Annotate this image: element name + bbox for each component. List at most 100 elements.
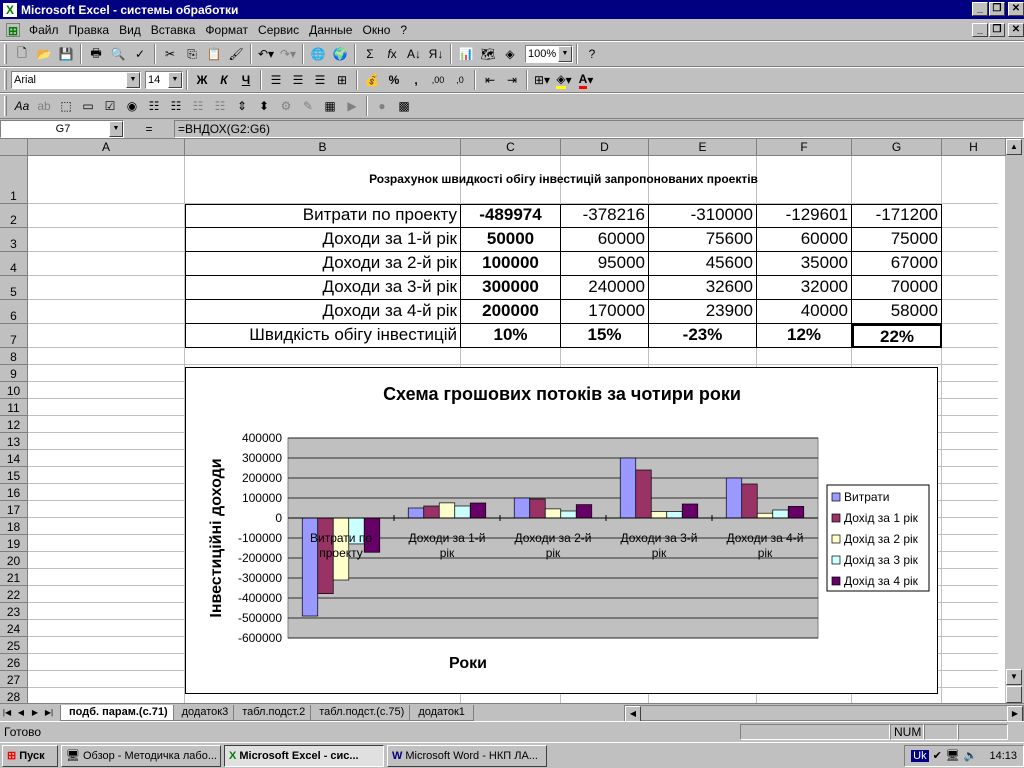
row-header[interactable]: 10 <box>0 382 28 399</box>
row-header[interactable]: 14 <box>0 450 28 467</box>
italic-icon[interactable]: К <box>213 70 235 91</box>
workbook-icon[interactable]: ⊞ <box>6 22 20 38</box>
row-label[interactable]: Доходи за 3-й рік <box>185 276 461 300</box>
print-preview-icon[interactable]: 🔍 <box>107 44 129 65</box>
data-cell[interactable]: -171200 <box>852 204 942 228</box>
sort-desc-icon[interactable]: Я↓ <box>425 44 447 65</box>
next-sheet-icon[interactable]: ▶ <box>28 706 42 720</box>
column-header[interactable]: D <box>561 139 649 156</box>
row-header[interactable]: 27 <box>0 671 28 688</box>
row-header[interactable]: 24 <box>0 620 28 637</box>
column-header[interactable]: B <box>185 139 461 156</box>
data-cell[interactable]: 240000 <box>561 276 649 300</box>
prev-sheet-icon[interactable]: ◀ <box>14 706 28 720</box>
decrease-indent-icon[interactable]: ⇤ <box>479 70 501 91</box>
select-all[interactable] <box>0 139 28 156</box>
combo-list-icon[interactable]: ☷ <box>187 96 209 117</box>
scroll-right-icon[interactable]: ▶ <box>1007 705 1023 722</box>
data-cell[interactable]: 32000 <box>757 276 852 300</box>
data-cell[interactable]: 170000 <box>561 300 649 324</box>
restore-button[interactable]: ❐ <box>989 2 1005 16</box>
checkbox-icon[interactable]: ☑ <box>99 96 121 117</box>
list-box-icon[interactable]: ☷ <box>143 96 165 117</box>
menu-item[interactable]: Данные <box>304 23 357 37</box>
menu-item[interactable]: Окно <box>357 23 395 37</box>
option-button-icon[interactable]: ◉ <box>121 96 143 117</box>
sheet-tab[interactable]: додаток1 <box>409 704 474 721</box>
row-header[interactable]: 26 <box>0 654 28 671</box>
row-header[interactable]: 5 <box>0 276 28 300</box>
vertical-scrollbar[interactable]: ▲ ▼ <box>1006 139 1024 703</box>
format-painter-icon[interactable]: 🖌 <box>225 44 247 65</box>
row-header[interactable]: 2 <box>0 204 28 228</box>
row-header[interactable]: 11 <box>0 399 28 416</box>
menu-item[interactable]: Вид <box>114 23 146 37</box>
row-label[interactable]: Доходи за 1-й рік <box>185 228 461 252</box>
function-icon[interactable]: fx <box>381 44 403 65</box>
data-cell[interactable]: 45600 <box>649 252 757 276</box>
column-header[interactable]: A <box>28 139 185 156</box>
row-header[interactable]: 13 <box>0 433 28 450</box>
column-header[interactable]: C <box>461 139 561 156</box>
bold-icon[interactable]: Ж <box>191 70 213 91</box>
scroll-down-icon[interactable]: ▼ <box>1006 669 1022 685</box>
undo-icon[interactable]: ↶▾ <box>255 44 277 65</box>
data-cell[interactable]: 22% <box>852 324 942 348</box>
scroll-up-icon[interactable]: ▲ <box>1006 139 1022 155</box>
chevron-down-icon[interactable]: ▼ <box>109 120 123 137</box>
merge-center-icon[interactable]: ⊞ <box>331 70 353 91</box>
column-header[interactable]: F <box>757 139 852 156</box>
scroll-left-icon[interactable]: ◀ <box>625 705 641 722</box>
row-header[interactable]: 17 <box>0 501 28 518</box>
row-header[interactable]: 6 <box>0 300 28 324</box>
task-excel[interactable]: X Microsoft Excel - сис... <box>224 744 384 767</box>
data-cell[interactable]: -310000 <box>649 204 757 228</box>
row-header[interactable]: 9 <box>0 365 28 382</box>
data-cell[interactable]: 23900 <box>649 300 757 324</box>
font-select[interactable]: Arial ▼ <box>11 71 141 89</box>
embedded-chart[interactable]: Схема грошових потоків за чотири роки 400… <box>185 367 938 694</box>
data-cell[interactable]: 40000 <box>757 300 852 324</box>
wb-minimize-button[interactable]: _ <box>972 23 988 37</box>
paste-icon[interactable]: 📋 <box>203 44 225 65</box>
row-header[interactable]: 28 <box>0 688 28 703</box>
row-header[interactable]: 23 <box>0 603 28 620</box>
currency-icon[interactable]: 💰 <box>361 70 383 91</box>
increase-decimal-icon[interactable]: ,00 <box>427 70 449 91</box>
column-header[interactable]: G <box>852 139 942 156</box>
row-label[interactable]: Доходи за 4-й рік <box>185 300 461 324</box>
edit-box-icon[interactable]: ab <box>33 96 55 117</box>
save-icon[interactable]: 💾 <box>55 44 77 65</box>
decrease-decimal-icon[interactable]: ,0 <box>449 70 471 91</box>
menu-item[interactable]: Файл <box>24 23 64 37</box>
zoom-select[interactable]: 100% ▼ <box>525 45 573 63</box>
tray-icon[interactable]: 🖥 <box>946 749 960 762</box>
comma-icon[interactable]: , <box>405 70 427 91</box>
cut-icon[interactable]: ✂ <box>159 44 181 65</box>
excel-app-icon[interactable]: X <box>3 2 17 17</box>
sheet-tab[interactable]: подб. парам.(с.71) <box>60 704 177 721</box>
print-icon[interactable]: 🖶 <box>85 44 107 65</box>
redo-icon[interactable]: ↷▾ <box>277 44 299 65</box>
data-cell[interactable]: 75600 <box>649 228 757 252</box>
row-header[interactable]: 3 <box>0 228 28 252</box>
menu-item[interactable]: Вставка <box>146 23 201 37</box>
minimize-button[interactable]: _ <box>972 2 988 16</box>
edit-code-icon[interactable]: ✎ <box>297 96 319 117</box>
group-box-icon[interactable]: ⬚ <box>55 96 77 117</box>
copy-icon[interactable]: ⎘ <box>181 44 203 65</box>
data-cell[interactable]: 300000 <box>461 276 561 300</box>
last-sheet-icon[interactable]: ▶| <box>42 706 56 720</box>
align-right-icon[interactable]: ☰ <box>309 70 331 91</box>
label-icon[interactable]: Aa <box>11 96 33 117</box>
data-cell[interactable]: 12% <box>757 324 852 348</box>
spelling-icon[interactable]: ✓ <box>129 44 151 65</box>
drawing-icon[interactable]: ◈ <box>499 44 521 65</box>
data-cell[interactable]: -129601 <box>757 204 852 228</box>
data-cell[interactable]: -23% <box>649 324 757 348</box>
data-cell[interactable]: -489974 <box>461 204 561 228</box>
scroll-bar-icon[interactable]: ⇕ <box>231 96 253 117</box>
record-icon[interactable]: ● <box>371 96 393 117</box>
data-cell[interactable]: 200000 <box>461 300 561 324</box>
sheet-tab[interactable]: табл.подст.(с.75) <box>310 704 414 721</box>
